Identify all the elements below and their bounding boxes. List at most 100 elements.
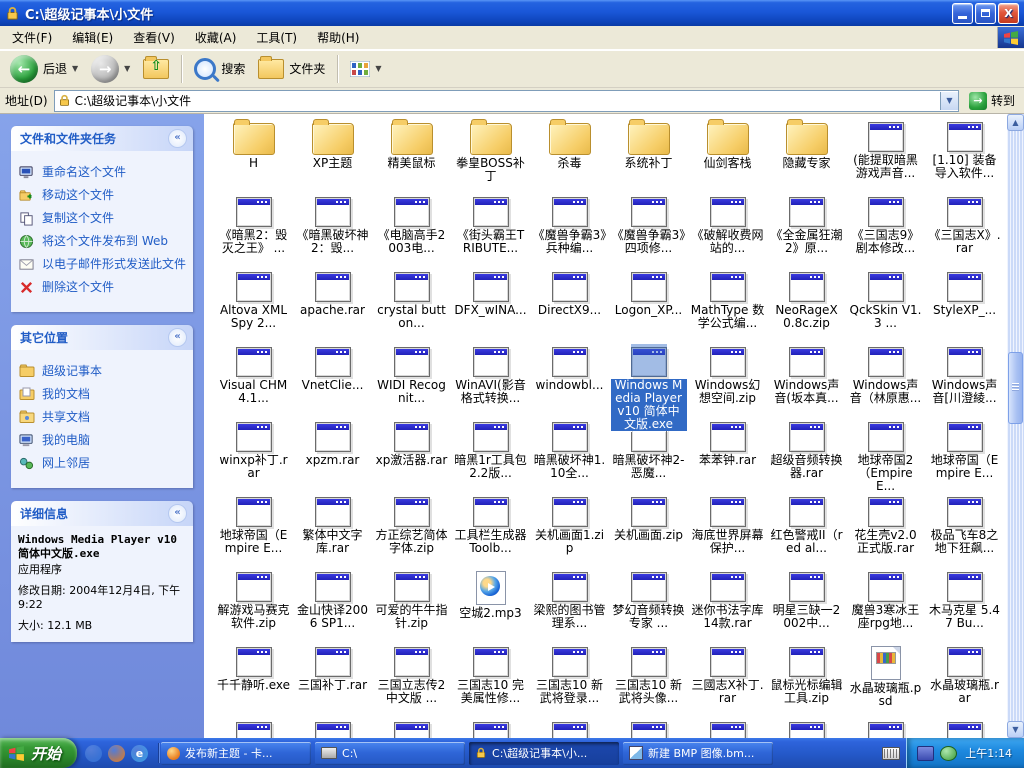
file-item[interactable]: Altova XMLSpy 2... [214, 269, 293, 344]
file-item[interactable]: 方正综艺简体字体.zip [372, 494, 451, 569]
file-item[interactable]: WinAVI(影音格式转换... [451, 344, 530, 419]
scrollbar-thumb[interactable] [1008, 352, 1023, 424]
file-item[interactable]: 隐藏专家 [767, 119, 846, 194]
file-item[interactable]: 三国志10 新武将登录... [530, 644, 609, 719]
file-item[interactable] [688, 719, 767, 738]
file-item[interactable]: 繁体中文字库.rar [293, 494, 372, 569]
file-item[interactable]: 梁熙的图书管理系... [530, 569, 609, 644]
file-item[interactable]: 花生壳v2.0正式版.rar [846, 494, 925, 569]
task-link[interactable]: 将这个文件发布到 Web [19, 234, 187, 250]
file-item[interactable]: 三国立志传2中文版 ... [372, 644, 451, 719]
file-item[interactable]: 三国补丁.rar [293, 644, 372, 719]
file-item[interactable]: 系统补丁 [609, 119, 688, 194]
place-link[interactable]: 超级记事本 [19, 364, 187, 380]
task-link[interactable]: 复制这个文件 [19, 211, 187, 227]
file-item[interactable]: Windows声音(坂本真... [767, 344, 846, 419]
file-item[interactable] [530, 719, 609, 738]
input-method-button[interactable] [876, 741, 906, 765]
file-item[interactable]: 暗黑1r工具包2.2版... [451, 419, 530, 494]
file-item[interactable] [293, 719, 372, 738]
firefox-quicklaunch-icon[interactable] [108, 745, 125, 762]
file-item[interactable]: Windows声音（林原惠... [846, 344, 925, 419]
ie-quicklaunch-icon[interactable]: e [131, 745, 148, 762]
file-item[interactable]: DirectX9... [530, 269, 609, 344]
file-item[interactable]: 海底世界屏幕保护... [688, 494, 767, 569]
file-item[interactable]: 关机画面1.zip [530, 494, 609, 569]
go-button[interactable]: → 转到 [965, 92, 1019, 110]
vertical-scrollbar[interactable]: ▲ ▼ [1007, 114, 1024, 738]
file-item[interactable]: windowbl... [530, 344, 609, 419]
file-item[interactable]: 千千静听.exe [214, 644, 293, 719]
file-item[interactable]: winxp补丁.rar [214, 419, 293, 494]
file-item[interactable]: 地球帝国（Empire E... [925, 419, 1004, 494]
file-item[interactable]: 拳皇BOSS补丁 [451, 119, 530, 194]
tray-volume-icon[interactable] [940, 746, 957, 761]
task-link[interactable]: 重命名这个文件 [19, 165, 187, 181]
back-dropdown-icon[interactable]: ▼ [72, 64, 78, 73]
file-item[interactable]: 鼠标光标编辑工具.zip [767, 644, 846, 719]
file-item[interactable] [846, 719, 925, 738]
file-item[interactable]: apache.rar [293, 269, 372, 344]
file-item[interactable]: QckSkin V1.3 ... [846, 269, 925, 344]
file-item[interactable]: 《三国志X》.rar [925, 194, 1004, 269]
file-item[interactable]: 《暗黑2：毁灭之王》 ... [214, 194, 293, 269]
menu-item[interactable]: 查看(V) [123, 28, 185, 48]
file-item[interactable]: Windows幻想空间.zip [688, 344, 767, 419]
place-link[interactable]: 我的文档 [19, 387, 187, 403]
search-button[interactable]: 搜索 [190, 56, 249, 82]
taskbar-task-button[interactable]: 新建 BMP 图像.bm... [623, 742, 773, 765]
up-button[interactable]: ⇧ [139, 57, 173, 81]
task-link[interactable]: 移动这个文件 [19, 188, 187, 204]
file-item[interactable]: DFX_wINA... [451, 269, 530, 344]
file-item[interactable] [767, 719, 846, 738]
other-places-header[interactable]: 其它位置 « [11, 325, 193, 350]
address-input[interactable]: C:\超级记事本\小文件 ▼ [54, 90, 959, 112]
menu-item[interactable]: 收藏(A) [185, 28, 247, 48]
player-quicklaunch-icon[interactable] [85, 745, 102, 762]
file-item[interactable]: 《电脑高手2003电... [372, 194, 451, 269]
file-item[interactable]: 《魔兽争霸3》兵种编... [530, 194, 609, 269]
file-item[interactable]: 水晶玻璃瓶.psd [846, 644, 925, 719]
menu-item[interactable]: 帮助(H) [307, 28, 369, 48]
file-item[interactable]: 《街头霸王TRIBUTE... [451, 194, 530, 269]
menu-item[interactable]: 文件(F) [2, 28, 62, 48]
taskbar-task-button[interactable]: C:\ [315, 742, 465, 765]
taskbar-task-button[interactable]: C:\超级记事本\小... [469, 742, 619, 765]
file-item[interactable]: 三国志10 完美属性修... [451, 644, 530, 719]
file-item[interactable]: 可爱的牛牛指针.zip [372, 569, 451, 644]
start-button[interactable]: 开始 [0, 738, 77, 768]
place-link[interactable]: 网上邻居 [19, 456, 187, 472]
file-item[interactable]: crystal button... [372, 269, 451, 344]
file-item[interactable]: Visual CHM4.1... [214, 344, 293, 419]
file-item[interactable]: H [214, 119, 293, 194]
details-header[interactable]: 详细信息 « [11, 501, 193, 526]
file-item[interactable]: 三國志X补丁.rar [688, 644, 767, 719]
file-item[interactable]: 梦幻音频转换专家 ... [609, 569, 688, 644]
file-item[interactable]: 迷你书法字库 14款.rar [688, 569, 767, 644]
file-item[interactable]: 精美鼠标 [372, 119, 451, 194]
file-tasks-header[interactable]: 文件和文件夹任务 « [11, 126, 193, 151]
place-link[interactable]: 共享文档 [19, 410, 187, 426]
file-item[interactable]: Windows Media Player v10 简体中文版.exe [609, 344, 688, 419]
file-item[interactable]: 明星三缺一2002中... [767, 569, 846, 644]
forward-button[interactable]: → ▼ [87, 53, 134, 85]
file-item[interactable]: 极品飞车8之地下狂飙... [925, 494, 1004, 569]
file-item[interactable]: 《魔兽争霸3》四项修... [609, 194, 688, 269]
tray-network-icon[interactable] [917, 746, 934, 761]
collapse-chevron-icon[interactable]: « [168, 328, 187, 347]
file-item[interactable]: NeoRageX 0.8c.zip [767, 269, 846, 344]
file-item[interactable]: 空城2.mp3 [451, 569, 530, 644]
menu-item[interactable]: 工具(T) [246, 28, 307, 48]
file-item[interactable]: XP主题 [293, 119, 372, 194]
file-item[interactable]: 杀毒 [530, 119, 609, 194]
menu-item[interactable]: 编辑(E) [62, 28, 123, 48]
file-item[interactable]: 红色警戒II（red al... [767, 494, 846, 569]
file-item[interactable]: 木马克星 5.47 Bu... [925, 569, 1004, 644]
file-item[interactable]: xp激活器.rar [372, 419, 451, 494]
back-button[interactable]: ← 后退 ▼ [6, 53, 82, 85]
close-button[interactable]: X [998, 3, 1019, 24]
collapse-chevron-icon[interactable]: « [168, 504, 187, 523]
maximize-button[interactable] [975, 3, 996, 24]
minimize-button[interactable] [952, 3, 973, 24]
task-link[interactable]: 以电子邮件形式发送此文件 [19, 257, 187, 273]
